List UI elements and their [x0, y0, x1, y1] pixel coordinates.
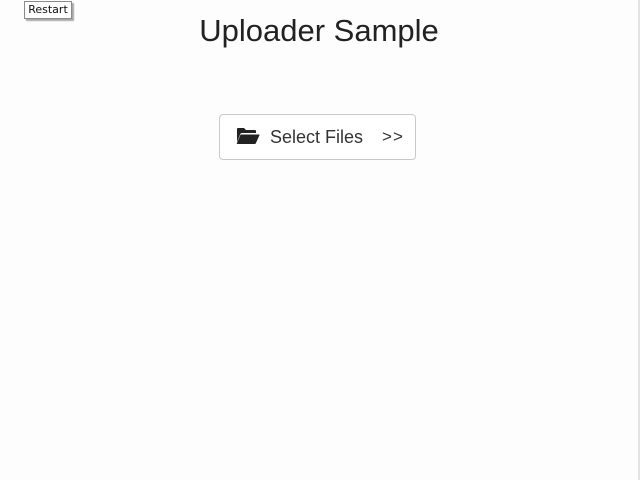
- uploader-page: Restart Uploader Sample Select Files >>: [0, 0, 640, 480]
- expand-arrow-label: >>: [382, 127, 404, 146]
- page-title: Uploader Sample: [199, 13, 439, 48]
- select-files-button[interactable]: Select Files >>: [219, 114, 416, 160]
- select-files-label: Select Files: [270, 127, 364, 147]
- folder-open-icon: [236, 127, 260, 145]
